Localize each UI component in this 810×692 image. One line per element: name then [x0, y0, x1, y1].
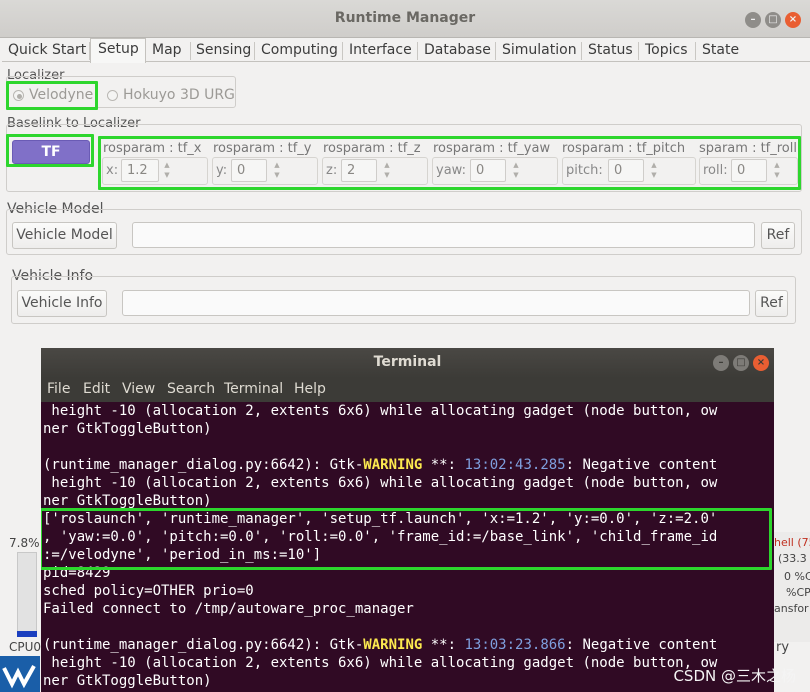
terminal-text: height -10 (allocation 2, extents 6x6) w…: [43, 403, 718, 419]
vehicle-model-path-input[interactable]: [132, 222, 755, 248]
radio-unselected-icon: [107, 89, 118, 101]
terminal-text: ner GtkToggleButton): [43, 493, 212, 509]
terminal-line: sched policy=OTHER prio=0: [43, 582, 774, 600]
terminal-window: Terminal – □ × File Edit View Search Ter…: [41, 348, 774, 692]
status-side-panel: hell (75 (33.3 % 0 %CP %CPU ansfor: [774, 532, 810, 642]
status-text: hell (75: [774, 536, 810, 549]
warning-tag: WARNING: [363, 457, 423, 473]
highlight-velodyne: [6, 81, 98, 110]
menu-help[interactable]: Help: [294, 381, 326, 397]
highlight-tf-button: [6, 134, 94, 167]
cpu-bar-fill: [17, 631, 37, 637]
watermark: CSDN @三木之杨: [673, 667, 796, 685]
tab-computing[interactable]: Computing: [261, 40, 338, 62]
cpu-bar: [17, 552, 37, 637]
timestamp: 13:02:43.285: [464, 457, 566, 473]
minimize-icon[interactable]: –: [745, 12, 761, 28]
terminal-minimize-icon[interactable]: –: [713, 355, 729, 371]
status-text: ry: [776, 640, 790, 655]
menu-terminal[interactable]: Terminal: [224, 381, 283, 397]
terminal-line: height -10 (allocation 2, extents 6x6) w…: [43, 654, 774, 672]
terminal-text: ner GtkToggleButton): [43, 421, 212, 437]
highlight-roslaunch-output: [41, 508, 772, 570]
terminal-line: Failed connect to /tmp/autoware_proc_man…: [43, 600, 774, 618]
terminal-text: (runtime_manager_dialog.py:6642): Gtk-: [43, 457, 364, 473]
vehicle-info-path-input[interactable]: [122, 290, 750, 316]
terminal-line: ner GtkToggleButton): [43, 420, 774, 438]
terminal-line: (runtime_manager_dialog.py:6642): Gtk-WA…: [43, 456, 774, 474]
cpu-label: CPU0: [9, 640, 42, 654]
vehicle-info-button[interactable]: Vehicle Info: [17, 290, 107, 317]
terminal-line: (runtime_manager_dialog.py:6642): Gtk-WA…: [43, 636, 774, 654]
tab-state[interactable]: State: [702, 40, 739, 62]
terminal-titlebar: Terminal – □ ×: [41, 348, 774, 378]
terminal-text: : Negative content: [565, 637, 718, 653]
terminal-text: sched policy=OTHER prio=0: [43, 583, 254, 599]
terminal-title: Terminal: [373, 354, 442, 370]
vehicle-model-ref-button[interactable]: Ref: [761, 222, 795, 249]
status-text: 0 %CP: [784, 570, 810, 583]
tab-setup[interactable]: Setup: [90, 38, 146, 63]
tab-status[interactable]: Status: [588, 40, 633, 62]
tab-map[interactable]: Map: [152, 40, 182, 62]
tab-bar: Quick Start Setup Map Sensing Computing …: [2, 38, 810, 63]
terminal-line: height -10 (allocation 2, extents 6x6) w…: [43, 474, 774, 492]
tab-quick-start[interactable]: Quick Start: [8, 40, 86, 62]
tab-database[interactable]: Database: [424, 40, 491, 62]
radio-hokuyo-label: Hokuyo 3D URG: [123, 87, 235, 103]
app-logo-icon: [0, 656, 40, 692]
runtime-manager-titlebar: Runtime Manager – □ ×: [0, 0, 810, 38]
window-title: Runtime Manager: [334, 10, 476, 26]
timestamp: 13:03:23.866: [464, 637, 566, 653]
terminal-menubar: File Edit View Search Terminal Help: [41, 378, 774, 402]
menu-view[interactable]: View: [122, 381, 155, 397]
vehicle-info-ref-button[interactable]: Ref: [755, 290, 788, 317]
tab-sensing[interactable]: Sensing: [196, 40, 251, 62]
status-text: ansfor: [774, 602, 809, 615]
terminal-maximize-icon[interactable]: □: [733, 355, 749, 371]
terminal-close-icon[interactable]: ×: [753, 355, 769, 371]
menu-file[interactable]: File: [47, 381, 70, 397]
status-text: %CPU: [786, 586, 810, 599]
terminal-text: **:: [422, 637, 465, 653]
radio-hokuyo[interactable]: Hokuyo 3D URG: [107, 87, 235, 103]
tab-topics[interactable]: Topics: [645, 40, 688, 62]
terminal-text: : Negative content: [565, 457, 718, 473]
cpu-percent: 7.8%: [9, 536, 40, 550]
terminal-text: ner GtkToggleButton): [43, 673, 212, 689]
warning-tag: WARNING: [363, 637, 423, 653]
terminal-line: height -10 (allocation 2, extents 6x6) w…: [43, 402, 774, 420]
highlight-tf-params: [98, 136, 801, 190]
vehicle-model-button[interactable]: Vehicle Model: [12, 222, 117, 249]
menu-edit[interactable]: Edit: [83, 381, 110, 397]
terminal-text: (runtime_manager_dialog.py:6642): Gtk-: [43, 637, 364, 653]
terminal-text: Failed connect to /tmp/autoware_proc_man…: [43, 601, 414, 617]
status-text: (33.3 %: [778, 552, 810, 565]
tab-interface[interactable]: Interface: [349, 40, 412, 62]
menu-search[interactable]: Search: [167, 381, 215, 397]
terminal-text: **:: [422, 457, 465, 473]
close-icon[interactable]: ×: [785, 12, 801, 28]
maximize-icon[interactable]: □: [765, 12, 781, 28]
terminal-text: height -10 (allocation 2, extents 6x6) w…: [43, 655, 718, 671]
terminal-text: height -10 (allocation 2, extents 6x6) w…: [43, 475, 718, 491]
tab-simulation[interactable]: Simulation: [502, 40, 577, 62]
terminal-line: ner GtkToggleButton): [43, 672, 774, 690]
